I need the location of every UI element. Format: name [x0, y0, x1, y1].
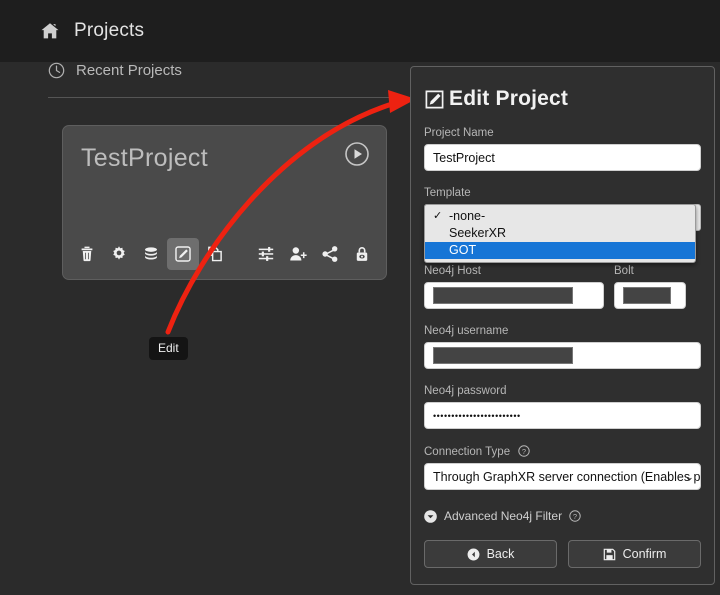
play-circle-icon[interactable] [344, 141, 370, 167]
project-card-title: TestProject [81, 144, 208, 172]
project-name-label: Project Name [424, 127, 494, 139]
database-icon[interactable] [135, 238, 167, 270]
template-option-none[interactable]: -none- [425, 208, 695, 225]
bolt-label: Bolt [614, 265, 634, 277]
connection-type-label: Connection Type ? [424, 445, 701, 458]
chevron-circle-down-icon [424, 509, 437, 523]
svg-text:?: ? [573, 512, 577, 521]
redacted-value [623, 287, 671, 304]
project-card[interactable]: TestProject [62, 125, 387, 280]
neo4j-username-input[interactable] [424, 342, 701, 369]
template-option-seekerxr[interactable]: SeekerXR [425, 225, 695, 242]
back-button[interactable]: Back [424, 540, 557, 568]
section-divider [48, 97, 400, 98]
redacted-value [433, 287, 573, 304]
template-label: Template [424, 187, 471, 199]
bolt-group: Bolt [614, 265, 686, 309]
pencil-square-icon [424, 89, 445, 110]
delete-icon[interactable] [71, 238, 103, 270]
project-name-input[interactable]: TestProject [424, 144, 701, 171]
template-select-wrapper: ⌄ -none- SeekerXR GOT [424, 204, 701, 263]
chevron-down-icon: ⌄ [684, 471, 694, 483]
sliders-icon[interactable] [250, 238, 282, 270]
redacted-value [433, 347, 573, 364]
edit-icon[interactable] [167, 238, 199, 270]
back-button-label: Back [486, 547, 515, 561]
back-circle-icon [467, 548, 480, 560]
template-options-dropdown[interactable]: -none- SeekerXR GOT [424, 204, 696, 263]
connection-type-value: Through GraphXR server connection (Enabl… [433, 469, 701, 484]
neo4j-password-label: Neo4j password [424, 385, 507, 397]
panel-title: Edit Project [449, 87, 569, 110]
bolt-input[interactable] [614, 282, 686, 309]
neo4j-host-label: Neo4j Host [424, 265, 481, 277]
svg-text:?: ? [522, 447, 526, 456]
add-user-icon[interactable] [282, 238, 314, 270]
neo4j-username-label: Neo4j username [424, 325, 509, 337]
question-circle-icon[interactable]: ? [518, 445, 531, 457]
connection-type-select[interactable]: Through GraphXR server connection (Enabl… [424, 463, 701, 490]
confirm-button-label: Confirm [622, 547, 667, 561]
edit-tooltip: Edit [149, 337, 188, 360]
advanced-neo4j-filter-label: Advanced Neo4j Filter [444, 509, 563, 523]
connection-type-label-text: Connection Type [424, 446, 511, 458]
neo4j-host-input[interactable] [424, 282, 604, 309]
neo4j-password-input[interactable]: •••••••••••••••••••••••• [424, 402, 701, 429]
panel-button-row: Back Confirm [424, 540, 701, 568]
recent-projects-header: Recent Projects [48, 62, 182, 79]
copy-icon[interactable] [199, 238, 231, 270]
settings-icon[interactable] [103, 238, 135, 270]
panel-header: Edit Project [424, 87, 701, 111]
edit-project-panel: Edit Project Project Name TestProject Te… [410, 66, 715, 585]
project-card-action-row [71, 237, 378, 271]
top-bar: Projects [0, 0, 720, 62]
neo4j-host-group: Neo4j Host [424, 265, 604, 309]
page-title: Projects [74, 20, 145, 41]
template-option-got[interactable]: GOT [425, 242, 695, 259]
clock-icon [48, 62, 65, 79]
recent-projects-label: Recent Projects [76, 62, 182, 79]
advanced-neo4j-filter-toggle[interactable]: Advanced Neo4j Filter ? [424, 509, 701, 523]
confirm-button[interactable]: Confirm [568, 540, 701, 568]
question-circle-icon[interactable]: ? [569, 510, 581, 522]
lock-eye-icon[interactable] [346, 238, 378, 270]
share-icon[interactable] [314, 238, 346, 270]
home-icon[interactable] [40, 21, 60, 41]
save-icon [603, 548, 615, 560]
